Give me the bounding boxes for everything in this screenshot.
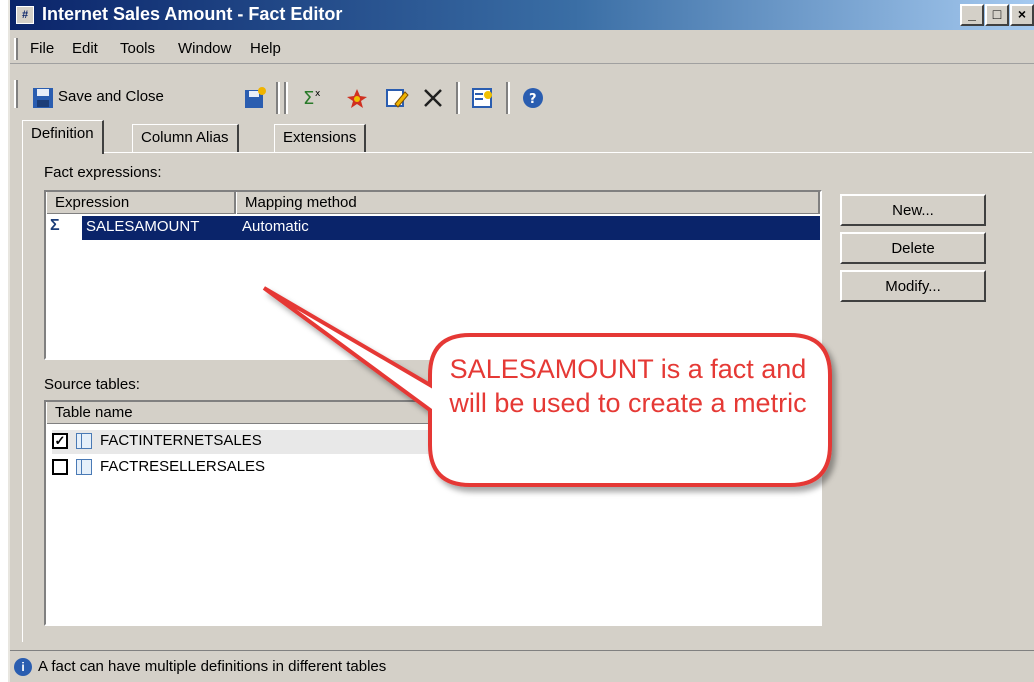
menu-bar: File Edit Tools Window Help [10,32,1034,64]
toolbar-separator [276,82,280,114]
status-bar: i A fact can have multiple definitions i… [10,650,1034,682]
table-name: FACTRESELLERSALES [100,458,266,475]
tab-extensions[interactable]: Extensions [274,124,367,152]
source-tables-label: Source tables: [44,376,140,393]
toolbar-grip[interactable] [14,80,18,108]
maximize-button[interactable]: □ [985,4,1009,26]
modify-button[interactable]: Modify... [840,270,986,302]
expression-value: SALESAMOUNT [86,218,200,235]
window-title: Internet Sales Amount - Fact Editor [42,4,343,24]
source-tables-list[interactable]: Table name ✓ FACTINTERNETSALES FACTRESEL… [44,400,822,626]
table-row[interactable]: FACTRESELLERSALES [52,456,812,480]
delete-button[interactable]: Delete [840,232,986,264]
sigma-icon: Σ [50,217,60,234]
table-checkbox-unchecked[interactable] [52,459,68,475]
edit-expression-icon[interactable]: Σx [300,86,326,110]
save-and-close-button[interactable]: Save and Close [26,84,226,112]
status-text: A fact can have multiple definitions in … [38,658,387,675]
svg-text:?: ? [529,92,537,107]
close-button[interactable]: × [1010,4,1034,26]
new-button[interactable]: New... [840,194,986,226]
callout-text: SALESAMOUNT is a fact and will be used t… [449,354,807,418]
minimize-button[interactable]: _ [960,4,984,26]
fact-editor-window: # Internet Sales Amount - Fact Editor _ □… [8,0,1034,682]
info-icon: i [14,658,32,676]
title-bar[interactable]: # Internet Sales Amount - Fact Editor _ □… [10,0,1034,30]
toolbar: Save and Close Σx ? [10,66,1034,118]
menu-grip[interactable] [14,38,18,60]
tab-column-alias[interactable]: Column Alias [132,124,239,152]
modify-icon[interactable] [384,86,410,110]
expression-row[interactable]: SALESAMOUNT Automatic [82,216,820,240]
help-icon[interactable]: ? [520,86,546,110]
delete-icon[interactable] [420,86,446,110]
toolbar-separator [456,82,460,114]
properties-icon[interactable] [470,86,496,110]
table-icon [76,459,92,475]
table-name: FACTINTERNETSALES [100,432,262,449]
column-expression[interactable]: Expression [46,192,236,214]
toolbar-separator [284,82,288,114]
mapping-method-value: Automatic [242,218,309,235]
column-mapping-method[interactable]: Mapping method [236,192,820,214]
save-close-icon [33,88,53,108]
save-and-close-label: Save and Close [58,88,164,105]
menu-file[interactable]: File [30,40,54,57]
save-icon[interactable] [242,86,268,110]
window-controls: _ □ × [959,4,1034,26]
fact-expressions-label: Fact expressions: [44,164,162,181]
app-icon: # [16,6,34,24]
fact-wizard-icon[interactable] [344,86,370,110]
table-icon [76,433,92,449]
fact-expressions-header: Expression Mapping method [46,192,820,214]
menu-window[interactable]: Window [178,40,231,57]
fact-expressions-list[interactable]: Expression Mapping method Σ SALESAMOUNT … [44,190,822,360]
menu-tools[interactable]: Tools [120,40,155,57]
menu-help[interactable]: Help [250,40,281,57]
svg-text:Σ: Σ [303,88,314,109]
toolbar-separator [506,82,510,114]
svg-text:x: x [315,89,321,99]
tab-definition[interactable]: Definition [22,120,104,154]
table-row[interactable]: ✓ FACTINTERNETSALES [52,430,812,454]
table-checkbox-checked[interactable]: ✓ [52,433,68,449]
menu-edit[interactable]: Edit [72,40,98,57]
